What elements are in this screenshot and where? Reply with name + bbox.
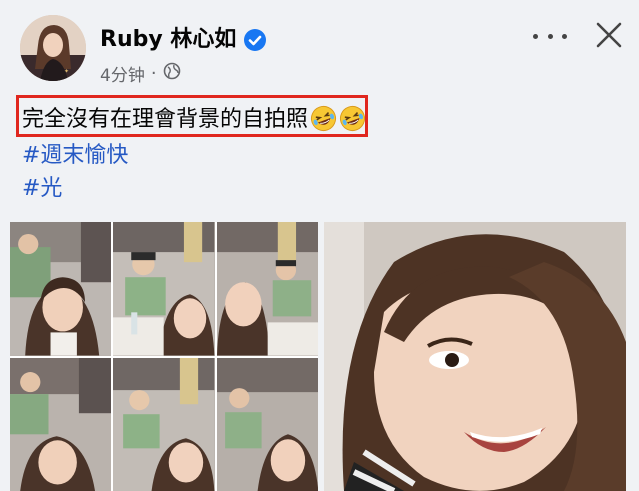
facebook-post: ✦ Ruby 林心如 4分钟 · 完全沒有在理會背景的自拍照 #週末愉快 #光 xyxy=(0,0,639,491)
text-highlight-box xyxy=(16,95,368,137)
author-row: Ruby 林心如 xyxy=(100,24,267,56)
hashtag-weekend[interactable]: #週末愉快 xyxy=(22,140,128,172)
verified-badge-icon xyxy=(244,29,267,51)
photo-collage[interactable] xyxy=(10,222,318,491)
author-avatar[interactable]: ✦ xyxy=(20,15,86,81)
globe-icon[interactable] xyxy=(163,62,181,85)
selfie-photo-large[interactable] xyxy=(324,222,626,491)
photo-tile[interactable] xyxy=(216,222,318,356)
post-time[interactable]: 4分钟 xyxy=(100,61,145,86)
photo-tile[interactable] xyxy=(10,357,112,491)
photo-tile[interactable] xyxy=(10,222,112,356)
more-options-icon[interactable] xyxy=(533,28,567,44)
photo-tile[interactable] xyxy=(216,357,318,491)
photo-tile[interactable] xyxy=(113,222,215,356)
hashtag-light[interactable]: #光 xyxy=(22,173,62,205)
close-icon[interactable] xyxy=(594,20,624,50)
photo-tile[interactable] xyxy=(113,357,215,491)
author-name[interactable]: Ruby 林心如 xyxy=(100,24,236,56)
svg-text:✦: ✦ xyxy=(64,68,69,75)
post-meta: 4分钟 · xyxy=(100,61,181,86)
meta-separator: · xyxy=(150,62,157,84)
